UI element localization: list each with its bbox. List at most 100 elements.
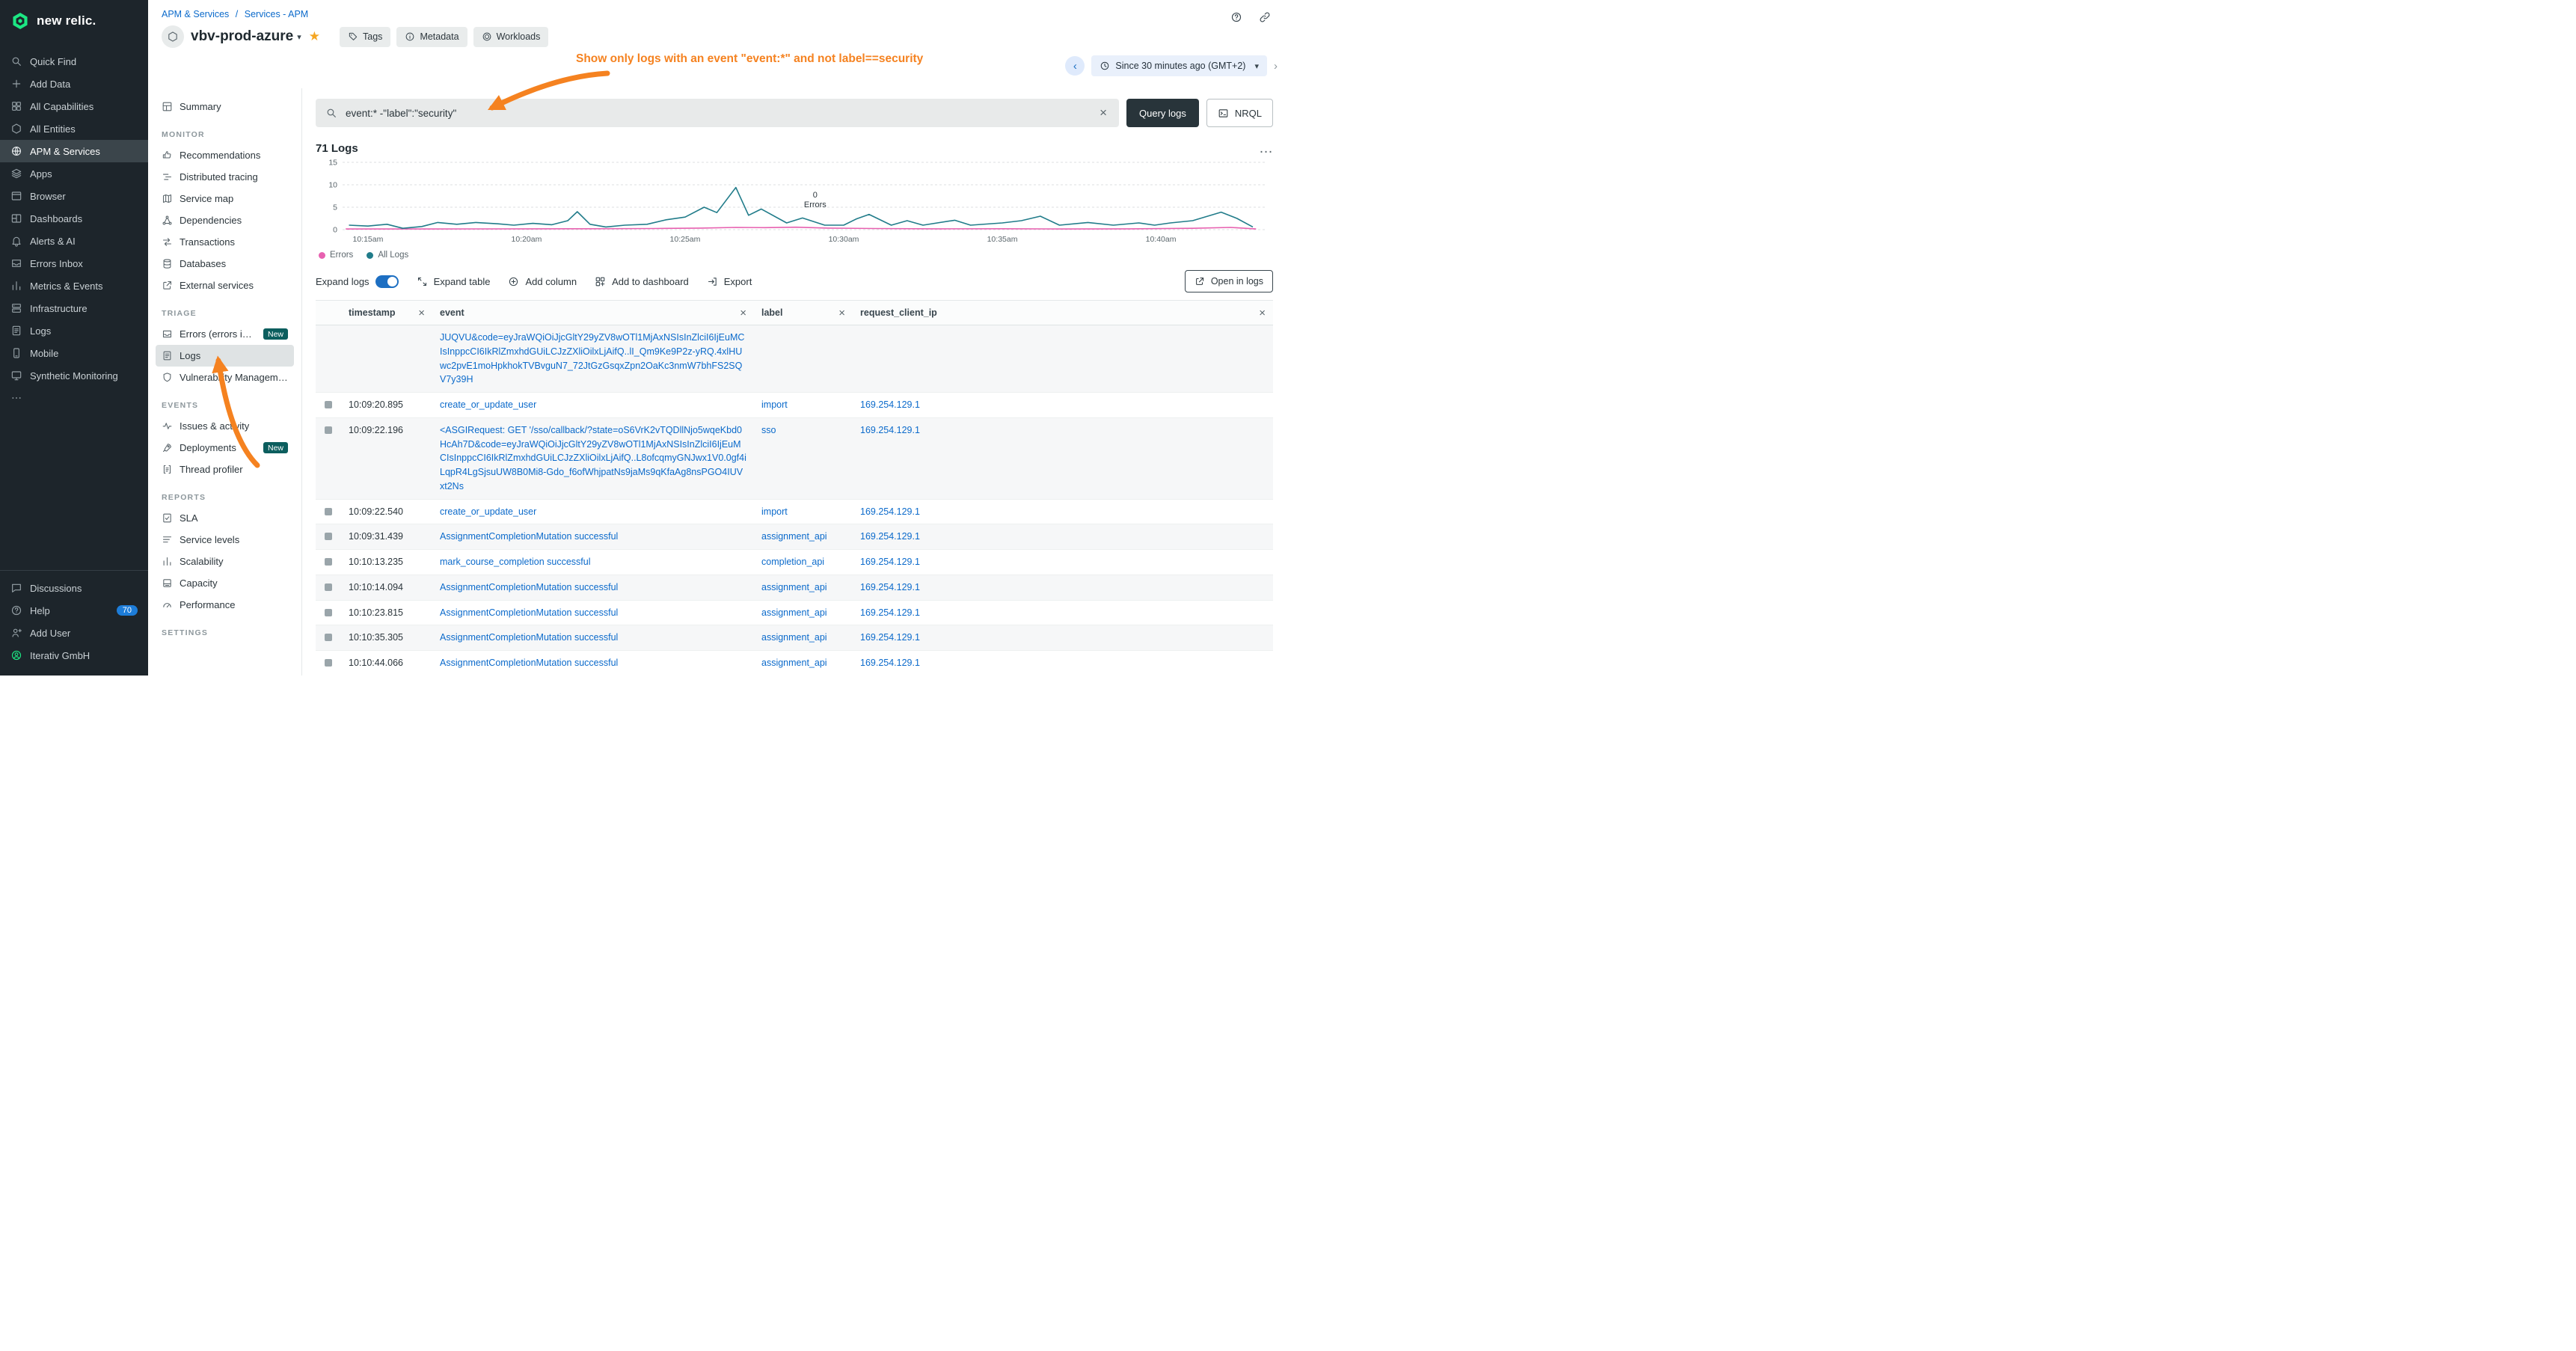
- sidebar-item[interactable]: Browser: [0, 185, 148, 207]
- sidebar-item[interactable]: Apps: [0, 162, 148, 185]
- sidebar-item[interactable]: [0, 387, 148, 409]
- log-ip-link[interactable]: 169.254.129.1: [860, 582, 920, 592]
- sidebar-footer-item[interactable]: Iterativ GmbH: [0, 644, 148, 667]
- entity-chip[interactable]: Workloads: [473, 27, 549, 47]
- sidebar-item[interactable]: Synthetic Monitoring: [0, 364, 148, 387]
- subnav-item[interactable]: Thread profiler: [156, 459, 294, 480]
- log-row[interactable]: 10:09:31.439 AssignmentCompletionMutatio…: [316, 524, 1273, 550]
- remove-timestamp-column-icon[interactable]: ×: [418, 307, 425, 319]
- log-row[interactable]: 10:09:22.540 create_or_update_user impor…: [316, 500, 1273, 525]
- subnav-item[interactable]: Deployments New: [156, 437, 294, 459]
- log-ip-link[interactable]: 169.254.129.1: [860, 399, 920, 410]
- time-back-button[interactable]: ‹: [1065, 56, 1085, 76]
- favorite-star-icon[interactable]: ★: [309, 29, 320, 44]
- log-event-link[interactable]: JUQVU&code=eyJraWQiOiJjcGltY29yZV8wOTl1M…: [440, 331, 746, 387]
- row-checkbox[interactable]: [325, 634, 332, 641]
- log-label-link[interactable]: assignment_api: [761, 582, 827, 592]
- subnav-item[interactable]: SLA: [156, 507, 294, 529]
- subnav-item[interactable]: Issues & activity: [156, 415, 294, 437]
- row-checkbox[interactable]: [325, 426, 332, 434]
- log-ip-link[interactable]: 169.254.129.1: [860, 607, 920, 618]
- subnav-item[interactable]: Vulnerability Management: [156, 367, 294, 388]
- sidebar-item[interactable]: All Capabilities: [0, 95, 148, 117]
- sidebar-item[interactable]: Metrics & Events: [0, 275, 148, 297]
- subnav-item[interactable]: Scalability: [156, 551, 294, 572]
- add-column-button[interactable]: Add column: [508, 276, 577, 287]
- help-icon[interactable]: [1227, 7, 1246, 27]
- subnav-item[interactable]: Recommendations: [156, 144, 294, 166]
- log-row[interactable]: 10:10:23.815 AssignmentCompletionMutatio…: [316, 601, 1273, 626]
- sidebar-item[interactable]: Errors Inbox: [0, 252, 148, 275]
- nrql-button[interactable]: NRQL: [1206, 99, 1273, 127]
- remove-label-column-icon[interactable]: ×: [838, 307, 845, 319]
- log-event-link[interactable]: AssignmentCompletionMutation successful: [440, 530, 746, 544]
- time-picker[interactable]: Since 30 minutes ago (GMT+2) ▾: [1091, 55, 1267, 76]
- subnav-item[interactable]: Logs: [156, 345, 294, 367]
- time-forward-button[interactable]: ›: [1274, 60, 1278, 73]
- log-label-link[interactable]: assignment_api: [761, 531, 827, 542]
- log-row[interactable]: 10:10:35.305 AssignmentCompletionMutatio…: [316, 625, 1273, 651]
- entity-chip[interactable]: Tags: [340, 27, 390, 47]
- request-client-ip-column-header[interactable]: request_client_ip ×: [853, 301, 1273, 325]
- row-checkbox[interactable]: [325, 508, 332, 515]
- log-row[interactable]: 10:10:14.094 AssignmentCompletionMutatio…: [316, 575, 1273, 601]
- entity-chip[interactable]: Metadata: [396, 27, 467, 47]
- expand-logs-toggle[interactable]: [375, 275, 399, 288]
- subnav-item[interactable]: Service map: [156, 188, 294, 209]
- log-event-link[interactable]: mark_course_completion successful: [440, 555, 746, 569]
- log-ip-link[interactable]: 169.254.129.1: [860, 506, 920, 517]
- log-row[interactable]: 10:10:13.235 mark_course_completion succ…: [316, 550, 1273, 575]
- log-query-input[interactable]: [344, 107, 1091, 120]
- sidebar-item[interactable]: Logs: [0, 319, 148, 342]
- breadcrumb-link-services-apm[interactable]: Services - APM: [245, 9, 308, 19]
- remove-request-client-ip-column-icon[interactable]: ×: [1259, 307, 1266, 319]
- log-ip-link[interactable]: 169.254.129.1: [860, 531, 920, 542]
- row-checkbox[interactable]: [325, 401, 332, 408]
- subnav-item[interactable]: Transactions: [156, 231, 294, 253]
- subnav-item[interactable]: Performance: [156, 594, 294, 616]
- log-label-link[interactable]: import: [761, 399, 788, 410]
- remove-event-column-icon[interactable]: ×: [740, 307, 746, 319]
- log-ip-link[interactable]: 169.254.129.1: [860, 658, 920, 668]
- log-ip-link[interactable]: 169.254.129.1: [860, 557, 920, 567]
- log-event-link[interactable]: AssignmentCompletionMutation successful: [440, 580, 746, 595]
- query-logs-button[interactable]: Query logs: [1126, 99, 1199, 127]
- event-column-header[interactable]: event ×: [432, 301, 754, 325]
- subnav-item[interactable]: Databases: [156, 253, 294, 275]
- expand-table-button[interactable]: Expand table: [417, 276, 491, 287]
- permalink-icon[interactable]: [1255, 7, 1275, 27]
- sidebar-item[interactable]: Quick Find: [0, 50, 148, 73]
- log-ip-link[interactable]: 169.254.129.1: [860, 632, 920, 643]
- chart-more-menu-icon[interactable]: …: [1259, 145, 1273, 153]
- log-label-link[interactable]: sso: [761, 425, 776, 435]
- sidebar-footer-item[interactable]: Add User: [0, 622, 148, 644]
- log-label-link[interactable]: assignment_api: [761, 658, 827, 668]
- row-checkbox[interactable]: [325, 609, 332, 616]
- legend-errors[interactable]: Errors: [319, 251, 353, 260]
- sidebar-item[interactable]: Alerts & AI: [0, 230, 148, 252]
- legend-all-logs[interactable]: All Logs: [367, 251, 408, 260]
- entity-chevron-down-icon[interactable]: ▾: [297, 32, 301, 42]
- label-column-header[interactable]: label ×: [754, 301, 853, 325]
- subnav-item[interactable]: Distributed tracing: [156, 166, 294, 188]
- subnav-item[interactable]: Service levels: [156, 529, 294, 551]
- log-ip-link[interactable]: 169.254.129.1: [860, 425, 920, 435]
- log-event-link[interactable]: create_or_update_user: [440, 398, 746, 412]
- sidebar-item[interactable]: APM & Services: [0, 140, 148, 162]
- sidebar-item[interactable]: Mobile: [0, 342, 148, 364]
- timestamp-column-header[interactable]: timestamp ×: [341, 301, 432, 325]
- log-event-link[interactable]: AssignmentCompletionMutation successful: [440, 656, 746, 670]
- log-label-link[interactable]: completion_api: [761, 557, 824, 567]
- log-event-link[interactable]: create_or_update_user: [440, 505, 746, 519]
- sidebar-item[interactable]: Add Data: [0, 73, 148, 95]
- subnav-item[interactable]: Summary: [156, 96, 294, 117]
- log-label-link[interactable]: import: [761, 506, 788, 517]
- sidebar-item[interactable]: Dashboards: [0, 207, 148, 230]
- open-in-logs-button[interactable]: Open in logs: [1185, 270, 1273, 292]
- log-row[interactable]: 10:10:44.066 AssignmentCompletionMutatio…: [316, 651, 1273, 676]
- log-event-link[interactable]: AssignmentCompletionMutation successful: [440, 606, 746, 620]
- breadcrumb-link-apm-services[interactable]: APM & Services: [162, 9, 229, 19]
- export-button[interactable]: Export: [707, 276, 752, 287]
- log-label-link[interactable]: assignment_api: [761, 607, 827, 618]
- subnav-item[interactable]: Capacity: [156, 572, 294, 594]
